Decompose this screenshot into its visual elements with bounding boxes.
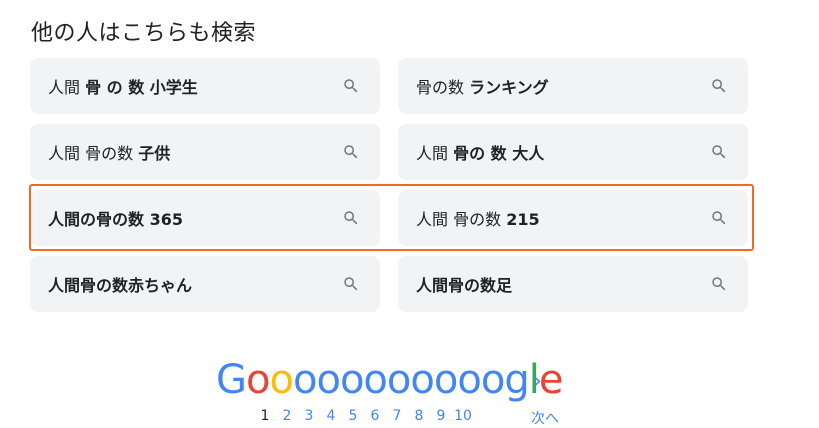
- chip-label: 人間 骨の 数 大人: [416, 144, 545, 163]
- chip-label: 人間 骨の数 215: [416, 210, 540, 229]
- related-search-chip[interactable]: 人間 骨の数 215: [398, 190, 748, 246]
- related-search-chip[interactable]: 人間骨の数足: [398, 256, 748, 312]
- chip-label: 人間の骨の数 365: [48, 210, 183, 229]
- next-page-link[interactable]: 次へ: [531, 408, 559, 428]
- search-icon: [344, 79, 358, 93]
- related-searches-grid: 人間 骨 の 数 小学生 骨の数 ランキング 人間 骨の数 子供 人間 骨の 数…: [30, 58, 748, 312]
- logo-letter: o: [316, 357, 341, 403]
- google-pagination-logo: Gooooooooooogle: [216, 357, 564, 403]
- logo-letter: G: [216, 357, 247, 403]
- logo-letter: e: [538, 357, 564, 403]
- logo-letter: o: [246, 357, 271, 403]
- page-link[interactable]: 3: [298, 408, 320, 424]
- related-search-chip[interactable]: 人間 骨の 数 大人: [398, 124, 748, 180]
- search-icon: [712, 145, 726, 159]
- chip-label: 骨の数 ランキング: [416, 78, 549, 97]
- page-link[interactable]: 5: [342, 408, 364, 424]
- logo-letter: o: [433, 357, 459, 403]
- logo-letter: o: [457, 357, 482, 403]
- logo-letter: o: [480, 357, 506, 403]
- search-icon: [712, 79, 726, 93]
- page-link[interactable]: 8: [408, 408, 430, 424]
- logo-letter: o: [363, 357, 388, 403]
- search-icon: [344, 211, 358, 225]
- page-link-current: 1: [260, 408, 270, 424]
- search-icon: [712, 211, 726, 225]
- search-icon: [344, 145, 358, 159]
- page-link[interactable]: 7: [386, 408, 408, 424]
- chip-label: 人間 骨の数 子供: [48, 144, 171, 163]
- search-icon: [712, 277, 726, 291]
- next-chevron-icon[interactable]: ›: [533, 369, 542, 394]
- related-search-chip[interactable]: 骨の数 ランキング: [398, 58, 748, 114]
- page-numbers: 1 2 3 4 5 6 7 8 9 10: [254, 408, 474, 424]
- logo-letter: o: [410, 357, 435, 403]
- logo-letter: o: [269, 357, 294, 403]
- page-link[interactable]: 10: [452, 408, 474, 424]
- chip-label: 人間骨の数赤ちゃん: [48, 276, 193, 295]
- logo-letter: o: [386, 357, 412, 403]
- logo-letter: o: [339, 357, 365, 403]
- logo-letter: o: [292, 357, 318, 403]
- related-search-chip[interactable]: 人間 骨 の 数 小学生: [30, 58, 380, 114]
- page-link[interactable]: 2: [276, 408, 298, 424]
- page-link[interactable]: 4: [320, 408, 342, 424]
- related-search-chip[interactable]: 人間骨の数赤ちゃん: [30, 256, 380, 312]
- logo-letter: g: [504, 357, 529, 403]
- page-link[interactable]: 6: [364, 408, 386, 424]
- related-search-chip[interactable]: 人間の骨の数 365: [30, 190, 380, 246]
- section-heading: 他の人はこちらも検索: [31, 21, 257, 46]
- related-search-chip[interactable]: 人間 骨の数 子供: [30, 124, 380, 180]
- page-link[interactable]: 9: [430, 408, 452, 424]
- chip-label: 人間骨の数足: [416, 276, 513, 295]
- search-icon: [344, 277, 358, 291]
- chip-label: 人間 骨 の 数 小学生: [48, 78, 198, 97]
